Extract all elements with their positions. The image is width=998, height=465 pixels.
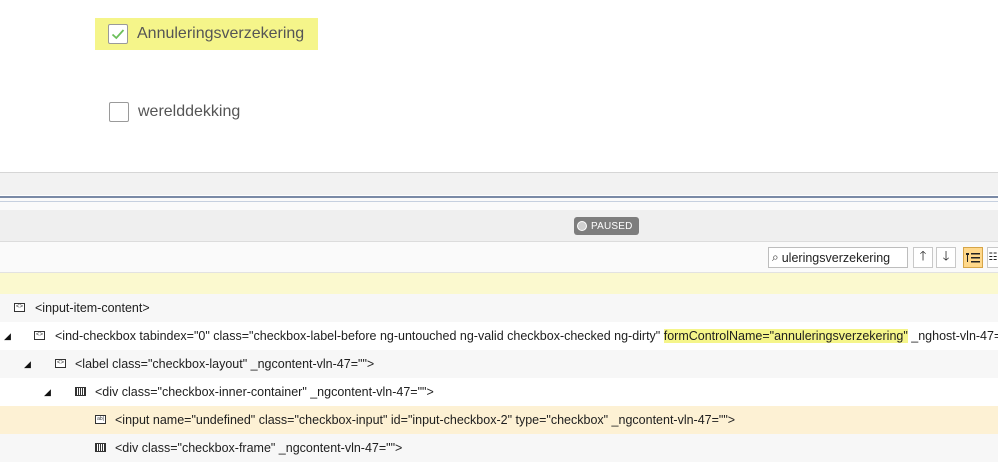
pause-icon [577,221,587,231]
element-node-icon: <> [34,331,45,340]
dom-tree-row-selected[interactable]: ab| <input name="undefined" class="check… [0,406,998,434]
page-bottom-bar [0,172,998,195]
dom-tree-row[interactable]: <> <input-item-content> [0,294,998,322]
node-text: <div class="checkbox-inner-container" _n… [95,385,434,399]
checkbox-label: Annuleringsverzekering [137,25,305,42]
search-value: uleringsverzekering [781,250,891,265]
match-highlight-band [0,273,998,294]
page-content: Annuleringsverzekering werelddekking [0,0,998,172]
status-badge-label: PAUSED [591,220,633,232]
dom-tree: <> <input-item-content> ◢ <> <ind-checkb… [0,294,998,465]
element-node-icon: <> [55,359,66,368]
input-node-icon: ab| [95,415,106,424]
div-node-icon [95,443,106,452]
checkbox-werelddekking[interactable]: werelddekking [109,102,240,122]
element-node-icon: <> [14,303,25,312]
arrow-down-icon: 🡓 [942,247,950,263]
arrow-up-icon: 🡑 [919,247,927,263]
node-text: <ind-checkbox tabindex="0" class="checkb… [55,329,998,343]
dom-tree-row[interactable]: ◢ <div class="checkbox-inner-container" … [0,378,998,406]
div-node-icon [75,387,86,396]
checkbox-label: werelddekking [138,103,241,120]
previous-match-button[interactable]: 🡑 [913,247,933,268]
checkmark-icon [111,29,125,40]
search-icon: ⌕ [772,250,779,264]
next-match-button[interactable]: 🡓 [936,247,956,268]
tree-collapse-icon: ☷ [988,252,998,263]
node-text-part: <ind-checkbox tabindex="0" class="checkb… [55,329,664,343]
node-text-part: _nghost-vln-47=""> [911,329,998,343]
devtools-splitter[interactable] [0,196,998,210]
expand-triangle-icon[interactable]: ◢ [24,359,31,370]
checkbox-box-checked[interactable] [108,24,128,44]
expand-triangle-icon[interactable]: ◢ [44,387,51,398]
dom-tree-row[interactable]: <div class="checkbox-frame" _ngcontent-v… [0,434,998,462]
status-badge: PAUSED [574,217,639,235]
dom-tree-row[interactable]: ◢ <> <ind-checkbox tabindex="0" class="c… [0,322,998,350]
checkbox-annuleringsverzekering[interactable]: Annuleringsverzekering [95,18,319,50]
checkbox-box-unchecked[interactable] [109,102,129,122]
dom-search-input[interactable]: ⌕ uleringsverzekering [768,247,908,268]
collapse-tree-button[interactable]: ☷ [987,247,998,268]
tree-view-button[interactable] [963,247,983,268]
tree-view-icon [966,252,980,262]
dom-explorer-toolbar: ⌕ uleringsverzekering 🡑 🡓 ☷ [0,242,998,273]
node-text: <input name="undefined" class="checkbox-… [115,413,736,427]
node-text: <label class="checkbox-layout" _ngconten… [75,357,375,371]
expand-triangle-icon[interactable]: ◢ [4,331,11,342]
node-text: <input-item-content> [35,301,150,315]
dom-tree-row[interactable]: ◢ <> <label class="checkbox-layout" _ngc… [0,350,998,378]
search-match: formControlName="annuleringsverzekering" [663,329,908,343]
node-text: <div class="checkbox-frame" _ngcontent-v… [115,441,403,455]
debugger-status-bar: PAUSED [0,210,998,242]
